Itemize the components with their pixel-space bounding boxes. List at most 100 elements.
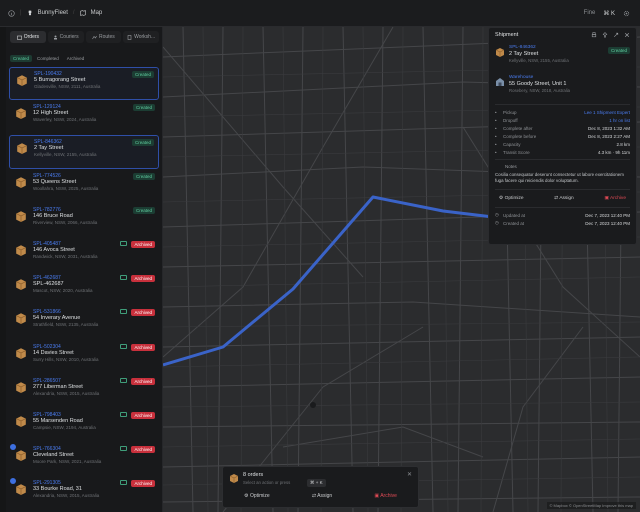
order-suburb: Strathfield, NSW, 2135, Australia (33, 322, 99, 328)
tab-couriers[interactable]: Couriers (47, 31, 84, 43)
shipment-timestamps: ◷ Updated at Dec 7, 2023 12:40 PM ◷ Created … (489, 211, 636, 227)
close-selection-button[interactable]: ✕ (407, 471, 412, 478)
order-list-item[interactable]: SPL-766304 Cleveland Street Moore Park, NS… (9, 443, 159, 476)
status-badge: Archived (131, 446, 155, 454)
order-list-item[interactable]: SPL-190432 5 Burragorang Street Gladesvill… (9, 67, 159, 101)
info-icon[interactable] (8, 9, 15, 17)
order-suburb: Alexandria, NSW, 2015, Australia (33, 390, 100, 396)
bulk-assign-button[interactable]: ⇄ Assign (312, 493, 332, 499)
order-list-item[interactable]: SPL-798403 55 Marsenden Road Campsie, NSW,… (9, 409, 159, 442)
package-icon (17, 143, 27, 155)
detail-row: • Pickup Lee 1 Shipment Expert (489, 108, 636, 116)
order-address: 53 Queens Street (33, 178, 77, 185)
order-list-item[interactable]: SPL-129124 12 High Street Waverley, NSW, 2… (9, 101, 159, 134)
command-shortcut[interactable]: ⌘ K (603, 10, 615, 17)
bulk-optimize-label: Optimize (249, 493, 270, 499)
note-icon[interactable] (120, 240, 127, 246)
note-icon[interactable] (120, 309, 127, 315)
timestamp-value: Dec 7, 2023 12:40 PM (585, 220, 630, 226)
shipment-actions: ⚙ Optimize ⇄ Assign ▣ Archive (489, 193, 636, 204)
status-badge: Created (132, 206, 155, 214)
section-name[interactable]: Map (91, 10, 103, 16)
tab-orders[interactable]: Orders (10, 31, 46, 43)
settings-gear-icon[interactable] (623, 10, 630, 17)
detail-label: Capacity (503, 141, 521, 147)
top-bar: | BunnyFleet / Map Fine ⌘ K (0, 0, 640, 27)
tab-routes[interactable]: Routes (85, 31, 122, 43)
note-icon[interactable] (120, 411, 127, 417)
status-filters: Created Completed Archived (10, 55, 87, 62)
order-suburb: Randwick, NSW, 2031, Australia (33, 253, 98, 259)
pickup-stop[interactable]: SPL-846362 2 Tay Street Kellyville, NSW,… (489, 41, 636, 71)
note-icon[interactable] (120, 343, 127, 349)
order-list-item[interactable]: SPL-782776 146 Bruce Road Riverview, NSW, … (9, 204, 159, 237)
bulk-archive-button[interactable]: ▣ Archive (374, 493, 397, 499)
app-name[interactable]: BunnyFleet (38, 10, 68, 16)
optimize-button[interactable]: ⚙ Optimize (499, 196, 524, 201)
tab-orders-label: Orders (23, 34, 40, 40)
map-attribution[interactable]: © Mapbox © OpenStreetMap Improve this ma… (546, 502, 636, 509)
pickup-status-button[interactable]: Created (607, 47, 630, 54)
order-list-item[interactable]: SPL-286507 277 Liberman Street Alexandria,… (9, 375, 159, 408)
detail-value: 2.8 km (616, 141, 630, 147)
order-address: SPL-462687 (33, 281, 64, 288)
order-list-item[interactable]: SPL-462687 SPL-462687 Mascot, NSW, 2020, A… (9, 272, 159, 305)
assign-button[interactable]: ⇄ Assign (554, 196, 574, 201)
pin-icon[interactable] (602, 31, 608, 38)
courier-icon (53, 35, 58, 40)
order-list-item[interactable]: SPL-846362 2 Tay Street Kellyville, NSW, 2… (9, 135, 159, 169)
orders-icon (16, 35, 22, 40)
tab-couriers-label: Couriers (59, 34, 79, 40)
shipment-header: Shipment (489, 28, 636, 41)
order-list-item[interactable]: SPL-291305 33 Bourke Road, 31 Alexandria, … (9, 477, 159, 510)
detail-value[interactable]: Lee 1 Shipment Expert (584, 110, 630, 115)
worksheet-icon (127, 34, 132, 40)
order-suburb: Surry Hills, NSW, 2010, Australia (33, 356, 99, 362)
status-badge: Archived (131, 480, 155, 488)
timestamp-label: Created at (503, 220, 525, 226)
package-icon (16, 279, 26, 291)
selection-hint: Select an action or press (243, 480, 291, 485)
order-list-item[interactable]: SPL-502304 14 Davies Street Surry Hills, N… (9, 341, 159, 374)
bulk-optimize-button[interactable]: ⚙ Optimize (244, 493, 270, 499)
filter-archived[interactable]: Archived (64, 55, 88, 62)
top-right-label[interactable]: Fine (584, 10, 596, 16)
archive-button[interactable]: ▣ Archive (604, 196, 626, 201)
tab-worksheets[interactable]: Worksh... (123, 31, 159, 43)
detail-value: Dec 8, 2023 1:32 AM (587, 125, 630, 131)
panel-tabs: Orders Couriers Routes Worksh... (10, 31, 159, 43)
order-address: 5 Burragorang Street (34, 77, 86, 83)
order-suburb: Gladesville, NSW, 2111, Australia (34, 84, 101, 89)
notes-label: Notes (505, 164, 517, 169)
status-badge: Archived (131, 377, 155, 385)
shipment-details: • Pickup Lee 1 Shipment Expert • Dropoff 1 hr… (489, 108, 636, 156)
status-badge: Archived (131, 411, 155, 419)
note-icon[interactable] (120, 480, 127, 486)
clock-icon: ◷ (495, 212, 499, 217)
order-list-item[interactable]: SPL-531866 54 Inverary Avenue Strathfield,… (9, 306, 159, 339)
print-icon[interactable] (591, 31, 597, 38)
bunny-logo-icon (27, 10, 33, 16)
expand-icon[interactable] (613, 32, 619, 38)
order-address: 33 Bourke Road, 31 (33, 486, 82, 493)
order-list-item[interactable]: SPL-774526 53 Queens Street Woollahra, NSW… (9, 170, 159, 203)
detail-value[interactable]: 1 hr on list (609, 118, 630, 123)
filter-completed[interactable]: Completed (34, 55, 62, 62)
status-badge: Archived (131, 240, 155, 248)
status-badge: Created (131, 139, 154, 147)
filter-created[interactable]: Created (10, 55, 33, 62)
order-list-item[interactable]: SPL-405487 146 Avoca Street Randwick, NSW,… (9, 238, 159, 271)
order-suburb: Waverley, NSW, 2024, Australia (33, 117, 97, 123)
order-address: 54 Inverary Avenue (33, 315, 81, 322)
note-icon[interactable] (120, 446, 127, 452)
order-address: 12 High Street (33, 110, 69, 117)
calendar-icon: • (495, 133, 497, 139)
note-icon[interactable] (120, 275, 127, 281)
package-icon (16, 416, 26, 427)
dropoff-stop[interactable]: Warehouse 55 Goody Street, Unit 1 Rosebe… (489, 71, 636, 101)
note-icon[interactable] (120, 377, 127, 383)
close-icon[interactable] (624, 32, 630, 38)
dropoff-address: 55 Goody Street, Unit 1 (509, 81, 567, 87)
order-suburb: Alexandria, NSW, 2015, Australia (33, 493, 100, 499)
detail-label: Complete before (503, 133, 537, 139)
